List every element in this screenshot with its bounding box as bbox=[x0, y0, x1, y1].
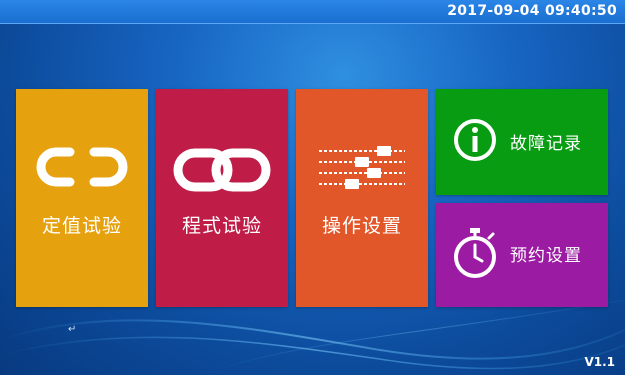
stopwatch-icon bbox=[454, 228, 496, 278]
reservation-settings-tile[interactable]: 预约设置 bbox=[436, 203, 608, 307]
version-label: V1.1 bbox=[584, 355, 615, 369]
tile-label: 预约设置 bbox=[510, 246, 582, 266]
status-bar: 2017-09-04 09:40:50 bbox=[0, 0, 625, 24]
sliders-icon bbox=[319, 146, 405, 189]
operation-settings-tile[interactable]: 操作设置 bbox=[296, 89, 428, 307]
info-icon bbox=[454, 119, 496, 161]
program-test-tile[interactable]: 程式试验 bbox=[156, 89, 288, 307]
tile-label: 故障记录 bbox=[510, 134, 582, 154]
fixed-value-test-tile[interactable]: 定值试验 bbox=[16, 89, 148, 307]
tile-label: 程式试验 bbox=[181, 215, 262, 237]
tile-label: 操作设置 bbox=[321, 215, 402, 237]
desktop-screen: 2017-09-04 09:40:50 定值试验 程式试验 操作设置 故障记录 … bbox=[0, 0, 625, 375]
return-glyph: ↵ bbox=[68, 324, 77, 335]
datetime-display: 2017-09-04 09:40:50 bbox=[447, 3, 617, 19]
chain-link-icon bbox=[173, 148, 271, 192]
tile-label: 定值试验 bbox=[41, 215, 122, 237]
link-open-icon bbox=[36, 147, 128, 187]
fault-records-tile[interactable]: 故障记录 bbox=[436, 89, 608, 195]
